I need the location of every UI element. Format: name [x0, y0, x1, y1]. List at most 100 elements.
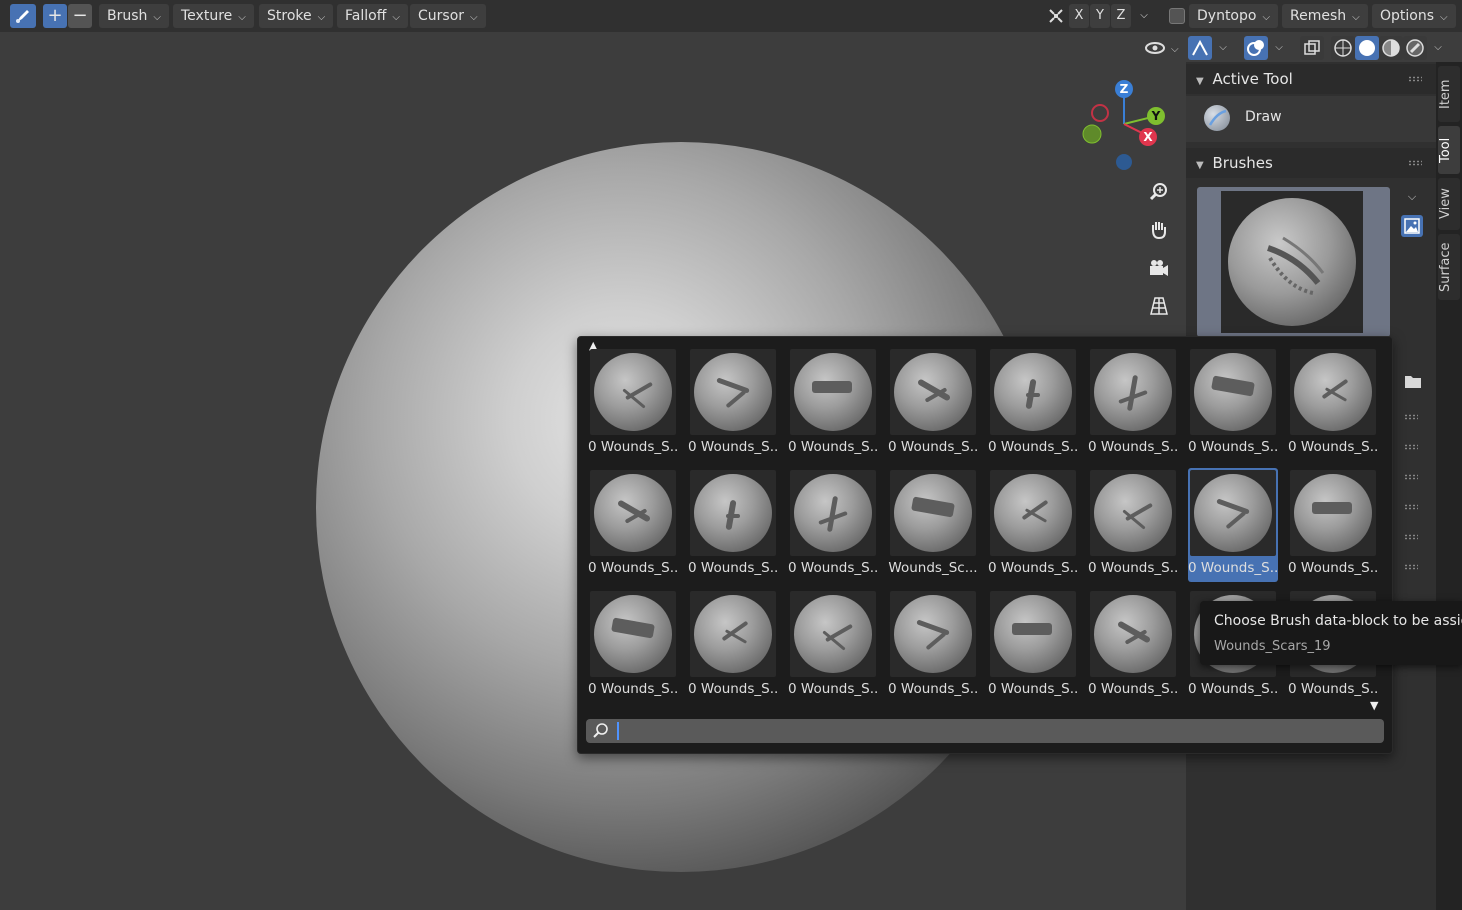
shading-wireframe-icon[interactable]	[1331, 36, 1355, 60]
brush-thumbnail-item[interactable]: 0 Wounds_S...	[1188, 468, 1278, 582]
drag-grip-icon[interactable]	[1404, 504, 1418, 510]
brush-thumbnail-label: 0 Wounds_S...	[588, 560, 678, 576]
active-tool-row[interactable]: Draw	[1186, 96, 1436, 142]
chevron-down-icon: ⌵	[1352, 12, 1360, 23]
add-stroke-button[interactable]: +	[43, 4, 67, 28]
brush-preview[interactable]	[1197, 187, 1390, 337]
brush-search-field[interactable]	[586, 719, 1384, 743]
axis-z-toggle[interactable]: Z	[1111, 4, 1131, 28]
brush-thumbnail-item[interactable]: 0 Wounds_S...	[988, 589, 1078, 703]
drag-grip-icon[interactable]	[1408, 160, 1422, 166]
drag-grip-icon[interactable]	[1408, 76, 1422, 82]
drag-grip-icon[interactable]	[1404, 444, 1418, 450]
brush-sphere-preview	[794, 353, 872, 431]
dyntopo-menu[interactable]: Dyntopo ⌵	[1189, 4, 1279, 28]
drag-grip-icon[interactable]	[1404, 474, 1418, 480]
axis-x-toggle[interactable]: X	[1069, 4, 1089, 28]
tab-item[interactable]: Item	[1438, 66, 1460, 122]
brush-thumbnail-item[interactable]: 0 Wounds_S...	[788, 347, 878, 461]
active-tool-panel-header[interactable]: ▼ Active Tool	[1186, 64, 1436, 94]
xray-toggle-icon[interactable]	[1300, 36, 1324, 60]
brush-thumbnail-label: 0 Wounds_S...	[1288, 560, 1378, 576]
gizmo-x-label[interactable]: X	[1139, 128, 1157, 146]
shading-dropdown-icon[interactable]: ⌵	[1428, 36, 1448, 60]
brush-thumbnail-label: 0 Wounds_S...	[1188, 560, 1278, 576]
dyntopo-checkbox[interactable]	[1169, 8, 1185, 24]
brush-thumbnail-item[interactable]: 0 Wounds_S...	[688, 468, 778, 582]
brush-thumbnail-image	[1190, 349, 1276, 435]
chevron-down-icon: ⌵	[317, 12, 326, 23]
brush-thumbnail-label: 0 Wounds_S...	[1288, 681, 1378, 697]
subtract-stroke-button[interactable]: −	[68, 4, 92, 28]
perspective-grid-icon[interactable]	[1146, 294, 1172, 320]
brush-thumbnail-item[interactable]: 0 Wounds_S...	[1288, 468, 1378, 582]
brush-sphere-preview	[1194, 353, 1272, 431]
gizmo-y-label[interactable]: Y	[1147, 107, 1165, 125]
options-menu[interactable]: Options ⌵	[1372, 4, 1456, 28]
falloff-menu[interactable]: Falloff ⌵	[337, 4, 408, 28]
overlays-dropdown-icon[interactable]: ⌵	[1269, 36, 1289, 60]
brush-thumbnail-item[interactable]: 0 Wounds_S...	[988, 347, 1078, 461]
brush-thumbnail-item[interactable]: 0 Wounds_S...	[1188, 347, 1278, 461]
zoom-icon[interactable]	[1146, 180, 1172, 206]
brush-sphere-preview	[594, 474, 672, 552]
brush-mode-icon[interactable]	[10, 4, 36, 28]
chevron-down-icon: ⌵	[238, 12, 246, 23]
brush-thumbnail-item[interactable]: 0 Wounds_S...	[788, 468, 878, 582]
brush-thumbnail-item[interactable]: 0 Wounds_S...	[888, 589, 978, 703]
brush-thumbnail-item[interactable]: 0 Wounds_S...	[688, 347, 778, 461]
brush-thumbnail-item[interactable]: 0 Wounds_S...	[688, 589, 778, 703]
brush-list-dropdown-icon[interactable]: ⌵	[1402, 190, 1422, 210]
camera-icon[interactable]	[1146, 256, 1172, 282]
brush-thumbnail-item[interactable]: 0 Wounds_S...	[588, 468, 678, 582]
tab-view[interactable]: View	[1438, 178, 1460, 230]
gizmo-toggle-icon[interactable]	[1188, 36, 1212, 60]
brush-thumbnail-item[interactable]: 0 Wounds_S...	[588, 589, 678, 703]
tab-surface[interactable]: Surface	[1438, 234, 1460, 300]
visibility-icon[interactable]: ⌵	[1143, 36, 1183, 60]
brush-image-icon[interactable]	[1401, 215, 1423, 237]
brush-thumbnail-item[interactable]: 0 Wounds_S...	[988, 468, 1078, 582]
brush-thumbnail-item[interactable]: Wounds_Sc...	[888, 468, 978, 582]
pan-hand-icon[interactable]	[1146, 218, 1172, 244]
brush-thumbnail-image	[1290, 470, 1376, 556]
brush-thumbnail-item[interactable]: 0 Wounds_S...	[1088, 589, 1178, 703]
stroke-menu[interactable]: Stroke ⌵	[259, 4, 334, 28]
texture-menu[interactable]: Texture ⌵	[173, 4, 254, 28]
scar-detail	[925, 631, 947, 651]
brush-thumbnail-item[interactable]: 0 Wounds_S...	[1088, 468, 1178, 582]
brush-thumbnail-item[interactable]: 0 Wounds_S...	[1288, 347, 1378, 461]
drag-grip-icon[interactable]	[1404, 534, 1418, 540]
symmetry-options-dropdown[interactable]: ⌵	[1134, 4, 1154, 28]
brush-sphere-preview	[794, 595, 872, 673]
symmetry-icon[interactable]	[1046, 6, 1066, 26]
brush-thumbnail-item[interactable]: 0 Wounds_S...	[588, 347, 678, 461]
folder-icon[interactable]	[1402, 370, 1424, 392]
gizmo-z-label[interactable]: Z	[1115, 80, 1133, 98]
chevron-down-icon: ⌵	[392, 12, 400, 23]
brushes-panel-header[interactable]: ▼ Brushes	[1186, 148, 1436, 178]
cursor-menu[interactable]: Cursor ⌵	[410, 4, 486, 28]
brush-thumbnail-image	[1090, 470, 1176, 556]
gizmo-dropdown-icon[interactable]: ⌵	[1213, 36, 1233, 60]
brush-thumbnail-image	[790, 470, 876, 556]
tool-header: + − Brush ⌵ Texture ⌵ Stroke ⌵ Falloff ⌵ Cur…	[0, 0, 1462, 32]
drag-grip-icon[interactable]	[1404, 564, 1418, 570]
shading-solid-icon[interactable]	[1355, 36, 1379, 60]
brush-thumbnail-item[interactable]: 0 Wounds_S...	[788, 589, 878, 703]
brush-menu[interactable]: Brush ⌵	[99, 4, 169, 28]
overlays-toggle-icon[interactable]	[1244, 36, 1268, 60]
shading-rendered-icon[interactable]	[1403, 36, 1427, 60]
tab-tool[interactable]: Tool	[1438, 126, 1460, 174]
remesh-menu[interactable]: Remesh ⌵	[1282, 4, 1368, 28]
brush-thumbnail-item[interactable]: 0 Wounds_S...	[1088, 347, 1178, 461]
brush-thumbnail-label: 0 Wounds_S...	[1088, 560, 1178, 576]
brush-sphere-preview	[1194, 474, 1272, 552]
shading-material-icon[interactable]	[1379, 36, 1403, 60]
brush-thumbnail-item[interactable]: 0 Wounds_S...	[888, 347, 978, 461]
axis-y-toggle[interactable]: Y	[1090, 4, 1110, 28]
brush-selector-popup[interactable]: ▲ 0 Wounds_S... 0 Wounds_S... 0 Wounds_S..…	[577, 336, 1393, 754]
scroll-down-arrow-icon[interactable]: ▼	[1370, 699, 1378, 712]
drag-grip-icon[interactable]	[1404, 414, 1418, 420]
active-tool-name: Draw	[1245, 109, 1282, 125]
